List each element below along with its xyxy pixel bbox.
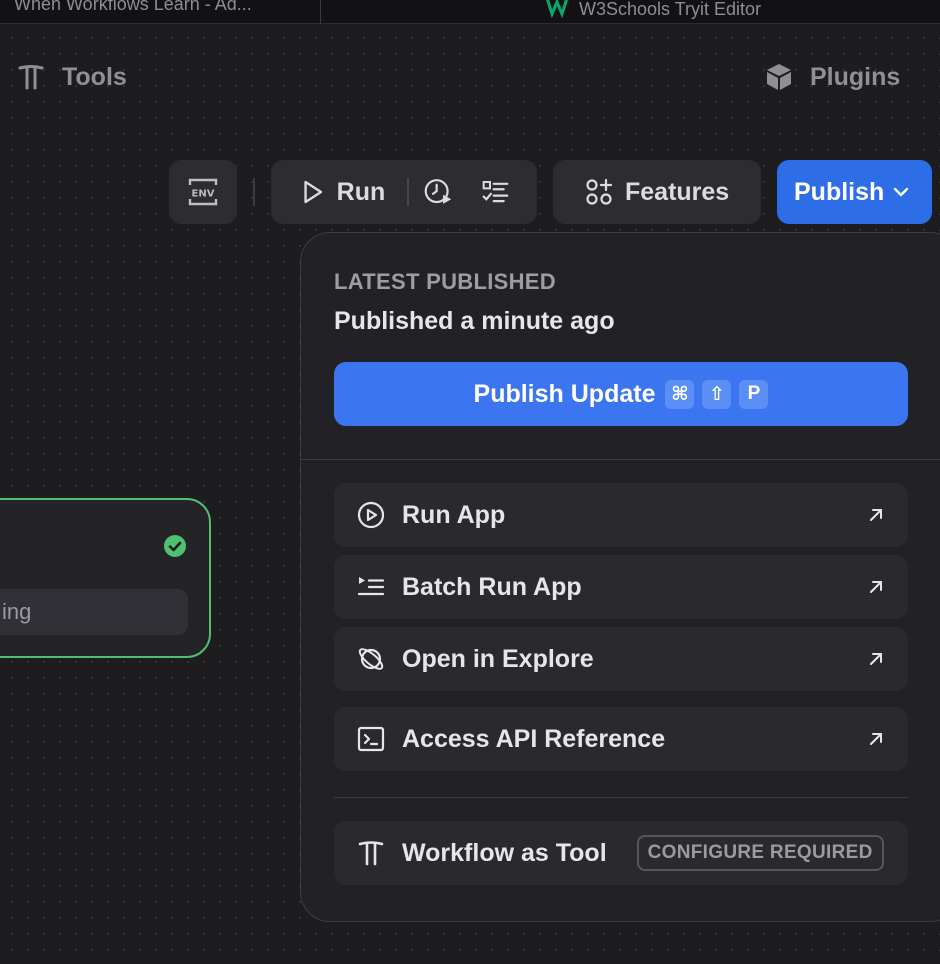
features-label: Features bbox=[625, 177, 730, 206]
tools-nav-link[interactable]: Tools bbox=[16, 62, 127, 92]
tools-icon bbox=[358, 841, 384, 866]
tools-nav-label: Tools bbox=[62, 62, 127, 91]
browser-tab[interactable]: When Workflows Learn - Ad... bbox=[14, 0, 314, 24]
panel-divider bbox=[334, 797, 908, 798]
cube-icon bbox=[767, 64, 791, 90]
shortcut-key-shift: ⇧ bbox=[702, 379, 732, 409]
shortcut-key-p: P bbox=[739, 379, 769, 409]
browser-tab[interactable]: W3Schools Tryit Editor bbox=[545, 0, 845, 24]
run-app-label: Run App bbox=[402, 500, 506, 529]
shortcut-key-cmd: ⌘ bbox=[665, 379, 695, 409]
toolbar-divider bbox=[253, 178, 255, 206]
tools-icon bbox=[18, 65, 44, 90]
workflow-as-tool-label: Workflow as Tool bbox=[402, 838, 607, 867]
published-time-text: Published a minute ago bbox=[334, 307, 615, 335]
terminal-icon bbox=[357, 726, 385, 752]
play-circle-icon bbox=[357, 501, 385, 529]
publish-update-button[interactable]: Publish Update ⌘ ⇧ P bbox=[334, 362, 908, 426]
batch-list-icon bbox=[357, 577, 385, 596]
w3schools-icon bbox=[546, 0, 568, 18]
chevron-down-icon bbox=[894, 187, 909, 197]
features-button[interactable]: Features bbox=[553, 160, 761, 224]
open-in-explore-item[interactable]: Open in Explore bbox=[334, 627, 908, 691]
workflow-as-tool-item[interactable]: Workflow as Tool CONFIGURE REQUIRED bbox=[334, 821, 908, 885]
plugins-nav-link[interactable]: Plugins bbox=[764, 62, 900, 92]
svg-text:ENV: ENV bbox=[192, 189, 215, 200]
publish-label: Publish bbox=[794, 177, 885, 206]
access-api-reference-item[interactable]: Access API Reference bbox=[334, 707, 908, 771]
workflow-node[interactable]: ing bbox=[0, 498, 211, 658]
access-api-reference-label: Access API Reference bbox=[402, 724, 666, 753]
features-icon bbox=[586, 178, 613, 205]
success-check-icon bbox=[164, 535, 186, 557]
browser-tab-strip: When Workflows Learn - Ad... W3Schools T… bbox=[0, 0, 940, 24]
history-icon[interactable] bbox=[423, 175, 454, 209]
open-in-explore-label: Open in Explore bbox=[402, 644, 594, 673]
checklist-icon[interactable] bbox=[480, 175, 511, 209]
panel-divider bbox=[301, 459, 940, 460]
publish-button[interactable]: Publish bbox=[777, 160, 932, 224]
tab-separator bbox=[320, 0, 321, 24]
browser-tab-title: W3Schools Tryit Editor bbox=[579, 0, 762, 19]
planet-icon bbox=[358, 648, 384, 670]
browser-tab-title: When Workflows Learn - Ad... bbox=[14, 0, 252, 14]
configure-required-badge: CONFIGURE REQUIRED bbox=[636, 835, 884, 871]
run-app-item[interactable]: Run App bbox=[334, 483, 908, 547]
external-link-icon bbox=[870, 733, 882, 745]
node-field-text: ing bbox=[2, 599, 32, 624]
latest-published-heading: LATEST PUBLISHED bbox=[334, 269, 556, 294]
publish-update-label: Publish Update bbox=[473, 379, 656, 408]
play-icon bbox=[304, 180, 323, 204]
run-button[interactable]: Run bbox=[337, 178, 386, 207]
external-link-icon bbox=[870, 581, 882, 593]
external-link-icon bbox=[870, 653, 882, 665]
external-link-icon bbox=[870, 509, 882, 521]
env-button[interactable]: ENV bbox=[169, 160, 237, 224]
batch-run-app-label: Batch Run App bbox=[402, 572, 582, 601]
node-input-field[interactable]: ing bbox=[0, 589, 188, 635]
plugins-nav-label: Plugins bbox=[810, 62, 901, 91]
run-group-divider bbox=[407, 178, 410, 206]
publish-dropdown: LATEST PUBLISHED Published a minute ago … bbox=[300, 232, 940, 922]
run-group: Run bbox=[271, 160, 537, 224]
env-icon: ENV bbox=[188, 178, 218, 206]
batch-run-app-item[interactable]: Batch Run App bbox=[334, 555, 908, 619]
